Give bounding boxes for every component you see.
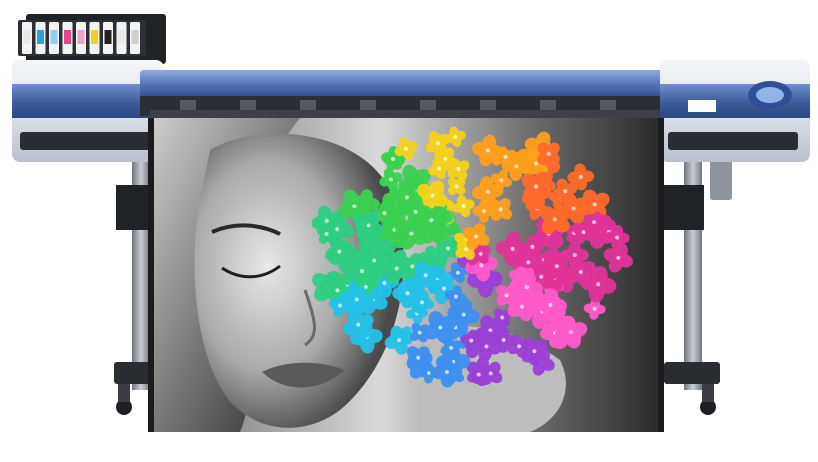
pinch-roller (360, 100, 376, 110)
pinch-roller (180, 100, 196, 110)
ink-cartridge-4 (62, 22, 73, 54)
brand-logo (688, 100, 716, 112)
pinch-roller (480, 100, 496, 110)
printer-illustration (12, 14, 810, 432)
ink-cartridge-6 (89, 22, 100, 54)
ink-cartridge-2 (35, 22, 46, 54)
ink-cartridge-9 (130, 22, 140, 54)
pinch-roller (420, 100, 436, 110)
ink-cartridge-3 (49, 22, 59, 54)
printed-media (150, 118, 662, 432)
right-stand (664, 160, 732, 415)
pinch-roller (300, 100, 316, 110)
media-edge-right (658, 118, 664, 432)
pinch-roller (240, 100, 256, 110)
ink-cartridge-5 (76, 22, 86, 54)
ink-cartridge-bay (18, 14, 166, 64)
pinch-roller (540, 100, 556, 110)
ink-cartridge-7 (103, 22, 113, 54)
pinch-roller (600, 100, 616, 110)
ink-cartridge-1 (22, 22, 32, 54)
printer-photo (0, 0, 818, 462)
media-edge-left (148, 118, 154, 432)
ink-cartridge-8 (116, 22, 127, 54)
